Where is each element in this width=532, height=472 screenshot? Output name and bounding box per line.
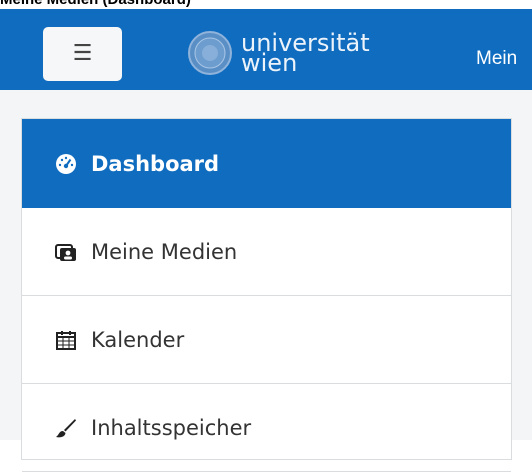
dashboard-gauge-icon bbox=[55, 153, 77, 175]
university-logo[interactable]: universität wien bbox=[187, 29, 370, 77]
menu-toggle-button[interactable]: ☰ bbox=[43, 27, 122, 81]
sidebar-item-inhaltsspeicher[interactable]: Inhaltsspeicher bbox=[22, 384, 511, 472]
hamburger-icon: ☰ bbox=[72, 41, 93, 66]
calendar-icon bbox=[55, 329, 77, 351]
university-seal-icon bbox=[188, 31, 232, 75]
sidebar-item-dashboard[interactable]: Dashboard bbox=[22, 119, 511, 208]
top-navbar: ☰ universität wien Mein bbox=[0, 9, 532, 90]
sidebar-item-label: Dashboard bbox=[91, 151, 220, 176]
media-gallery-icon bbox=[55, 241, 77, 263]
sidebar-item-meine-medien[interactable]: Meine Medien bbox=[22, 208, 511, 296]
sidebar-item-kalender[interactable]: Kalender bbox=[22, 296, 511, 384]
sidebar-nav: Dashboard Meine Medien Kalender Inhaltss… bbox=[21, 118, 512, 472]
paintbrush-icon bbox=[55, 417, 77, 439]
page-caption: Meine Medien (Dashboard) bbox=[0, 0, 191, 9]
sidebar-item-label: Inhaltsspeicher bbox=[91, 415, 252, 440]
sidebar-item-label: Meine Medien bbox=[91, 239, 238, 264]
sidebar-item-label: Kalender bbox=[91, 327, 185, 352]
nav-title[interactable]: Mein bbox=[476, 47, 517, 71]
